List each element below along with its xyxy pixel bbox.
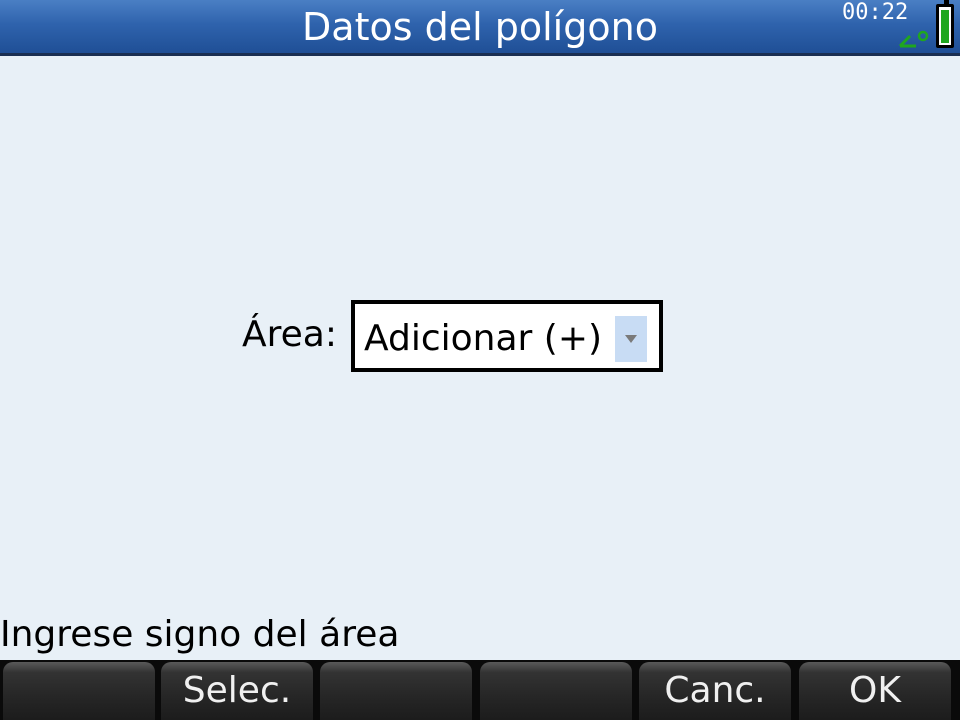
ok-button[interactable]: OK — [799, 662, 951, 720]
title-bar: Datos del polígono 00:22 — [0, 0, 960, 56]
degree-angle-icon — [898, 30, 929, 48]
softkey-bar: Selec. Canc. OK — [0, 660, 960, 720]
page-title: Datos del polígono — [302, 5, 658, 49]
select-button[interactable]: Selec. — [161, 662, 313, 720]
area-sign-value: Adicionar (+) — [364, 318, 603, 359]
help-text: Ingrese signo del área — [0, 614, 400, 655]
softkey-1[interactable] — [3, 662, 155, 720]
cancel-button[interactable]: Canc. — [639, 662, 791, 720]
chevron-down-icon — [625, 335, 637, 343]
area-label: Área: — [242, 314, 337, 355]
softkey-3[interactable] — [320, 662, 472, 720]
softkey-4[interactable] — [480, 662, 632, 720]
area-sign-dropdown[interactable]: Adicionar (+) — [351, 300, 663, 372]
dropdown-button[interactable] — [615, 316, 647, 362]
area-field-row: Área: Adicionar (+) — [0, 300, 960, 372]
battery-icon — [936, 0, 954, 48]
clock: 00:22 — [842, 0, 909, 25]
